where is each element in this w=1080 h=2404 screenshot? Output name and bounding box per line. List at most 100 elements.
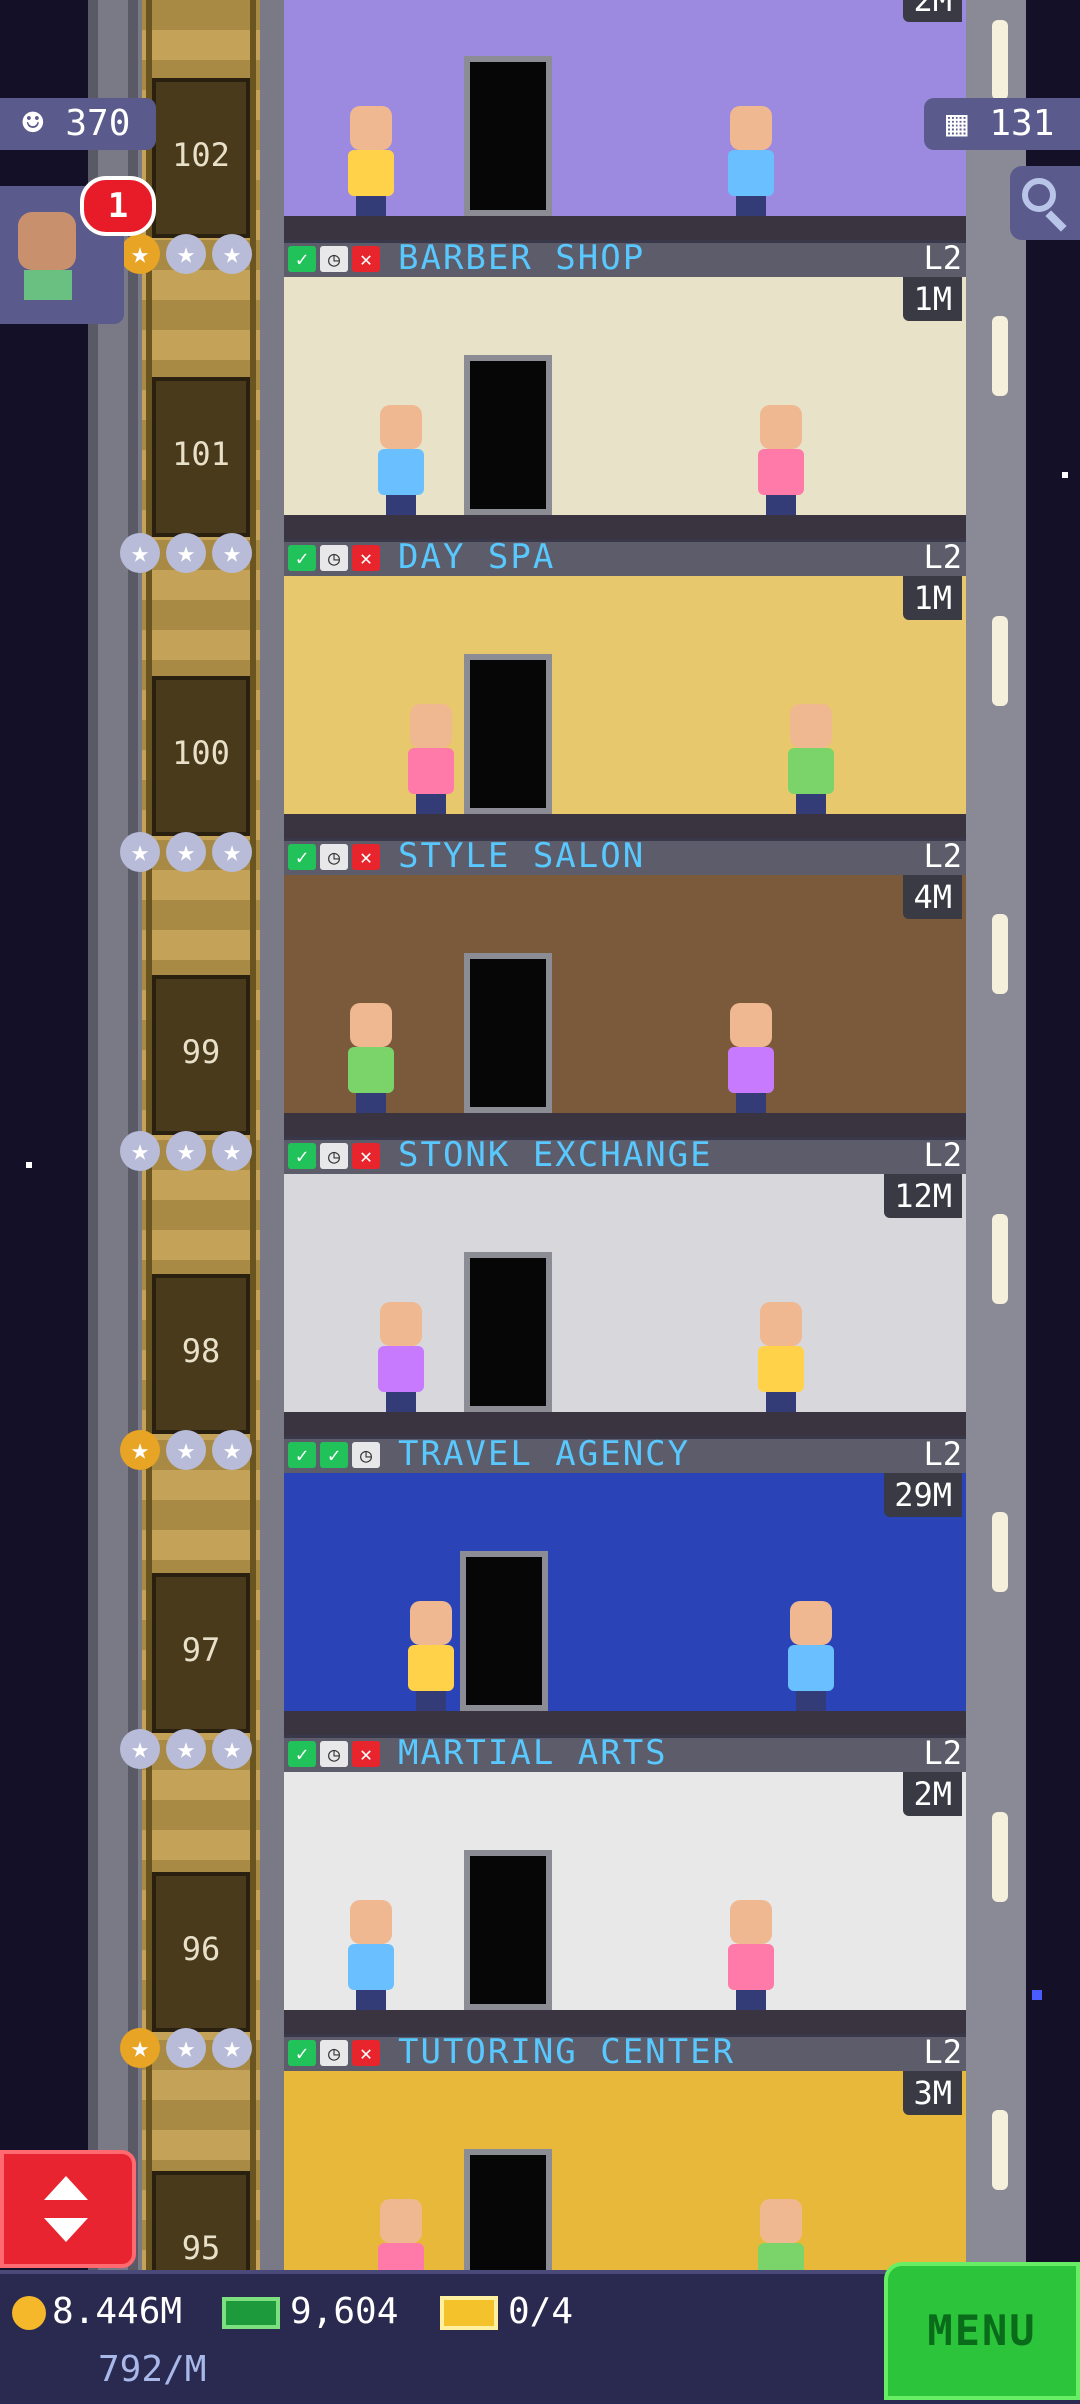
- star-icon: ★: [120, 1729, 160, 1769]
- floor-level: L2: [923, 1136, 962, 1174]
- bitizen[interactable]: [374, 405, 428, 515]
- menu-button[interactable]: MENU: [884, 2262, 1080, 2400]
- star-icon: ★: [120, 234, 160, 274]
- bitizen[interactable]: [754, 1302, 808, 1412]
- floor-stars: ★ ★ ★: [120, 1131, 252, 1171]
- floor-stars: ★ ★ ★: [120, 1729, 252, 1769]
- income-rate: 792/M: [98, 2349, 207, 2390]
- room-door: [464, 1850, 552, 2010]
- star-icon: ★: [212, 1729, 252, 1769]
- bitizen[interactable]: [344, 1900, 398, 2010]
- room-door: [460, 1551, 548, 1711]
- floor-number: 98: [181, 1332, 221, 1370]
- space-star: [1062, 472, 1068, 478]
- floor-status-icons: ✓ ◷ ✕: [288, 545, 380, 571]
- bitizen[interactable]: [784, 1601, 838, 1711]
- bux-icon: [222, 2297, 280, 2329]
- floor-96[interactable]: 2M ✓ ◷ ✕ TUTORING CENTER L2: [284, 1772, 966, 2073]
- bitizen[interactable]: [404, 1601, 458, 1711]
- coin-icon: [12, 2296, 46, 2330]
- floor-status-icons: ✓ ◷ ✕: [288, 1741, 380, 1767]
- floor-number: 99: [181, 1033, 221, 1071]
- room-floor: [284, 814, 966, 838]
- x-icon: ✕: [352, 1741, 380, 1767]
- tickets-display[interactable]: 0/4: [440, 2288, 573, 2336]
- clock-icon: ◷: [320, 1741, 348, 1767]
- floor-number: 100: [172, 734, 230, 772]
- star-icon: ★: [166, 234, 206, 274]
- population-value: 370: [65, 103, 131, 144]
- floor-label-bar[interactable]: [284, 539, 966, 578]
- bitizen[interactable]: [754, 405, 808, 515]
- bitizen[interactable]: [404, 704, 458, 814]
- notification-badge: 1: [80, 176, 156, 236]
- floor-level: L2: [923, 837, 962, 875]
- floor-stars: ★ ★ ★: [120, 234, 252, 274]
- floor-stars: ★ ★ ★: [120, 533, 252, 573]
- floor-number: 97: [181, 1631, 221, 1669]
- floor-status-icons: ✓ ◷ ✕: [288, 1143, 380, 1169]
- star-icon: ★: [212, 1430, 252, 1470]
- floor-99[interactable]: 4M ✓ ◷ ✕ STONK EXCHANGE L2: [284, 875, 966, 1176]
- check-icon: ✓: [320, 1442, 348, 1468]
- visitor-avatar: [18, 212, 76, 270]
- room-interior: [284, 576, 966, 838]
- clock-icon: ◷: [352, 1442, 380, 1468]
- floor-number: 95: [181, 2229, 221, 2267]
- floor-income: 1M: [903, 576, 962, 620]
- search-button[interactable]: [1010, 166, 1080, 240]
- population-counter[interactable]: ☻ 370: [0, 98, 156, 150]
- check-icon: ✓: [288, 545, 316, 571]
- elevator-arrows-icon: [44, 2176, 88, 2200]
- floor-stars: ★ ★ ★: [120, 2028, 252, 2068]
- search-icon: [1022, 178, 1056, 212]
- star-icon: ★: [120, 2028, 160, 2068]
- bux-display[interactable]: 9,604: [222, 2288, 398, 2336]
- floor-income: 29M: [884, 1473, 962, 1517]
- bitizen[interactable]: [724, 1003, 778, 1113]
- coins-display[interactable]: 8.446M: [12, 2288, 182, 2336]
- star-icon: ★: [212, 2028, 252, 2068]
- floor-97[interactable]: 29M ✓ ◷ ✕ MARTIAL ARTS L2: [284, 1473, 966, 1774]
- star-icon: ★: [212, 1131, 252, 1171]
- room-floor: [284, 1412, 966, 1436]
- space-star: [26, 1162, 32, 1168]
- bitizen[interactable]: [784, 704, 838, 814]
- floor-status-icons: ✓ ◷ ✕: [288, 844, 380, 870]
- check-icon: ✓: [288, 1143, 316, 1169]
- check-icon: ✓: [288, 844, 316, 870]
- floor-name: TUTORING CENTER: [398, 2032, 736, 2072]
- star-icon: ★: [212, 234, 252, 274]
- clock-icon: ◷: [320, 2040, 348, 2066]
- room-floor: [284, 2010, 966, 2034]
- room-door: [464, 355, 552, 515]
- star-icon: ★: [212, 832, 252, 872]
- floor-income: 2M: [903, 1772, 962, 1816]
- room-interior: [284, 1473, 966, 1735]
- x-icon: ✕: [352, 246, 380, 272]
- coins-value: 8.446M: [52, 2291, 183, 2332]
- bux-value: 9,604: [290, 2291, 399, 2332]
- bitizen[interactable]: [724, 106, 778, 216]
- star-icon: ★: [120, 1430, 160, 1470]
- ticket-icon: [440, 2296, 498, 2330]
- clock-icon: ◷: [320, 246, 348, 272]
- floor-income: 4M: [903, 875, 962, 919]
- bitizen[interactable]: [344, 1003, 398, 1113]
- floor-98[interactable]: 12M ✓ ✓ ◷ TRAVEL AGENCY L2: [284, 1174, 966, 1475]
- floor-status-icons: ✓ ✓ ◷: [288, 1442, 380, 1468]
- room-floor: [284, 216, 966, 240]
- room-floor: [284, 515, 966, 539]
- star-icon: ★: [166, 832, 206, 872]
- elevator-button[interactable]: [0, 2150, 136, 2268]
- floor-name: TRAVEL AGENCY: [398, 1434, 691, 1474]
- floor-101[interactable]: 1M ✓ ◷ ✕ DAY SPA L2: [284, 277, 966, 578]
- bitizen[interactable]: [374, 1302, 428, 1412]
- bitizen[interactable]: [344, 106, 398, 216]
- floor-stars: ★ ★ ★: [120, 1430, 252, 1470]
- floors-counter[interactable]: ▦ 131: [924, 98, 1080, 150]
- room-door: [464, 953, 552, 1113]
- bitizen[interactable]: [724, 1900, 778, 2010]
- floor-100[interactable]: 1M ✓ ◷ ✕ STYLE SALON L2: [284, 576, 966, 877]
- floor-102[interactable]: 2M ✓ ◷ ✕ BARBER SHOP L2: [284, 0, 966, 279]
